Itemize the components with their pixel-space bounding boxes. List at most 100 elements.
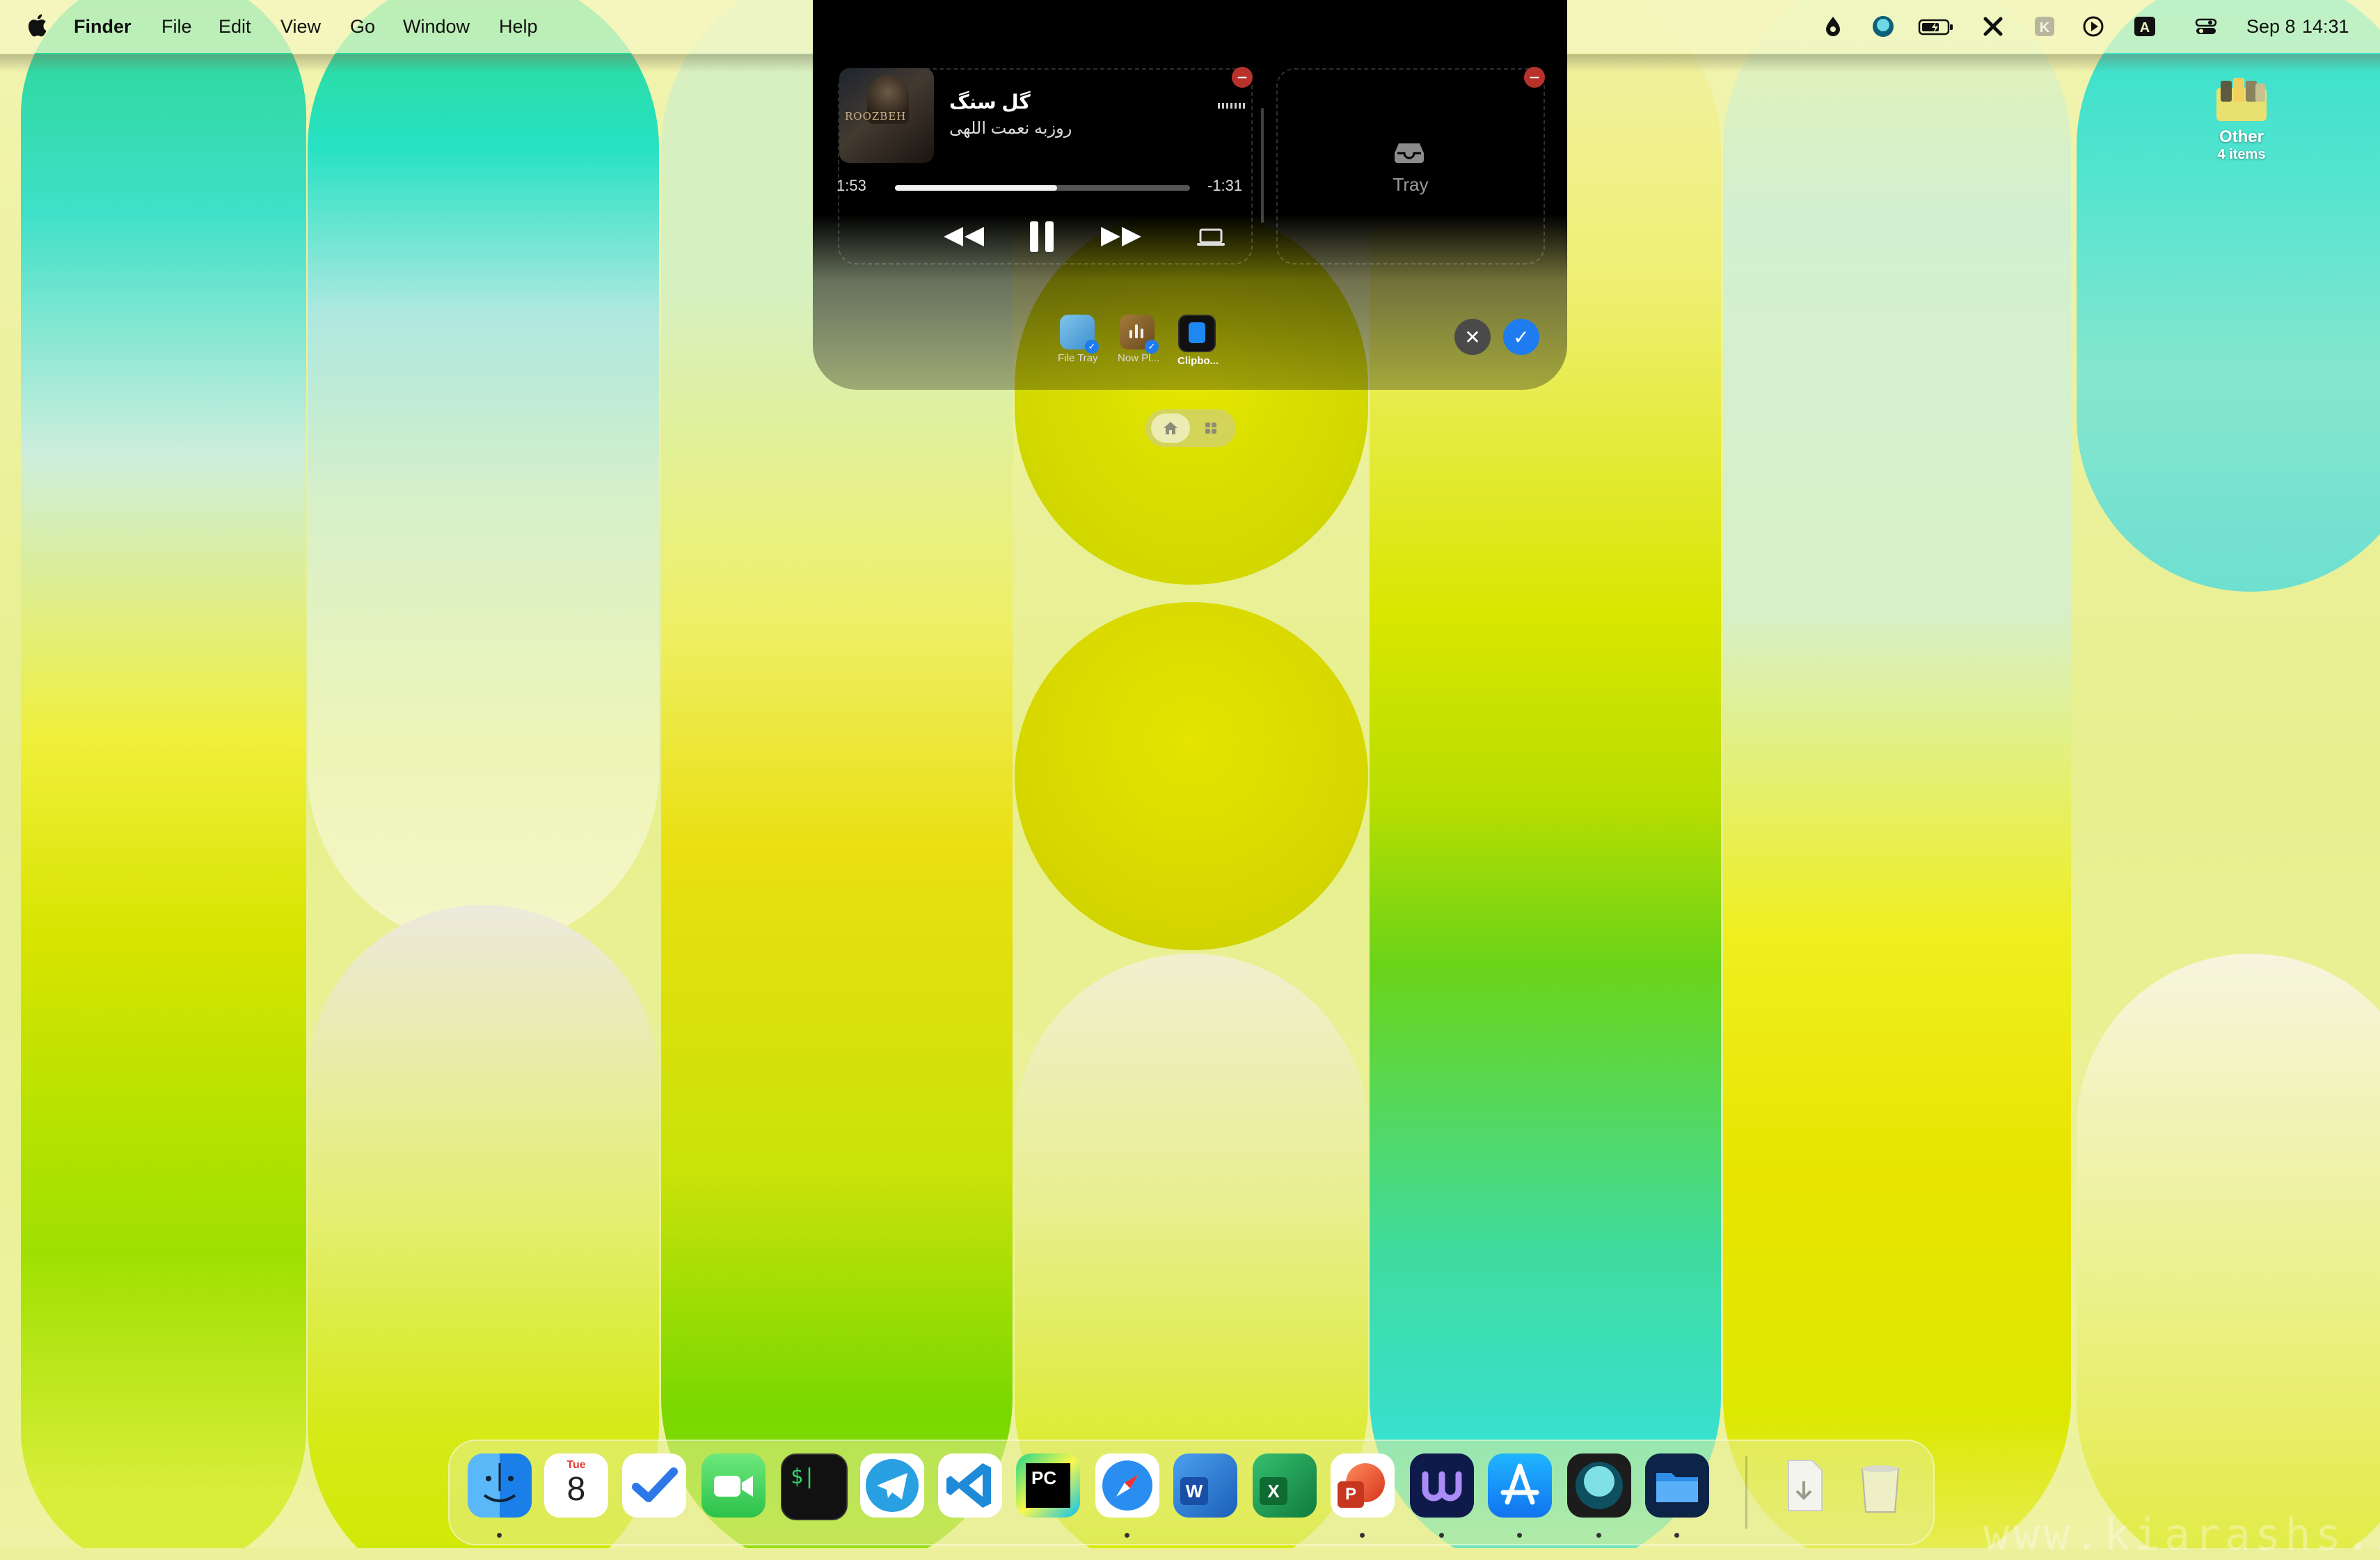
word-icon[interactable]: W	[1173, 1453, 1237, 1518]
grid-icon[interactable]	[1191, 413, 1230, 443]
desktop-stack-other[interactable]: Other 4 items	[2203, 75, 2280, 163]
telegram-icon[interactable]	[860, 1453, 924, 1518]
pycharm-icon[interactable]: PC	[1016, 1453, 1080, 1518]
pycharm-glyph: PC	[1026, 1463, 1070, 1508]
remove-widget-button[interactable]: −	[1232, 67, 1253, 88]
control-center-icon[interactable]	[2193, 14, 2219, 39]
checkmark-icon: ✓	[1145, 340, 1159, 354]
audio-visualizer-icon	[1218, 103, 1245, 109]
watermark: www.kiarashs.ir	[1983, 1509, 2380, 1560]
drop-icon[interactable]	[1820, 14, 1846, 39]
widget-toggle-now-playing[interactable]: ✓ Now Pl...	[1118, 315, 1160, 364]
lasso-glyph	[1576, 1462, 1623, 1509]
home-icon[interactable]	[1151, 413, 1190, 443]
document-download-glyph	[1788, 1460, 1823, 1511]
clipboard-glyph	[1189, 322, 1205, 343]
play-circle-icon[interactable]	[2081, 14, 2106, 39]
excel-glyph: X	[1260, 1477, 1287, 1505]
widget-label: Now Pl...	[1118, 352, 1160, 364]
app-store-icon[interactable]	[1488, 1453, 1552, 1518]
stack-thumbnail-icon	[2216, 78, 2267, 121]
wallpaper-shape	[2077, 954, 2380, 1548]
running-indicator	[1596, 1533, 1601, 1538]
playback-progress-bar[interactable]	[895, 185, 1190, 191]
running-indicator	[1517, 1533, 1522, 1538]
notch-panel: − − Tray ROOZBEH گل سنگ روزبه نعمت اللهی…	[813, 0, 1567, 390]
x-logo-icon[interactable]	[1981, 14, 2006, 39]
powerpoint-icon[interactable]: P	[1331, 1453, 1395, 1518]
playback-progress-fill	[895, 185, 1058, 191]
widget-toggle-clipboard[interactable]: Clipbo...	[1177, 315, 1219, 367]
tray-widget[interactable]: − Tray	[1276, 67, 1545, 265]
calendar-day: Tue	[566, 1459, 586, 1471]
tasks-glyph	[632, 1467, 678, 1502]
app-menu-finder[interactable]: Finder	[74, 15, 132, 38]
menubar-date[interactable]: Sep 8	[2246, 15, 2296, 38]
pause-icon[interactable]	[1026, 219, 1058, 255]
elapsed-time: 1:53	[836, 177, 866, 194]
calendar-icon[interactable]: Tue 8	[544, 1453, 608, 1518]
menu-file[interactable]: File	[161, 15, 192, 38]
circle-app-icon[interactable]	[1871, 14, 1896, 39]
svg-text:K: K	[2040, 20, 2050, 36]
folder-glyph	[1656, 1473, 1698, 1502]
menu-help[interactable]: Help	[499, 15, 538, 38]
safari-compass-glyph	[1102, 1460, 1152, 1511]
vscode-icon[interactable]	[938, 1453, 1002, 1518]
telegram-glyph	[866, 1459, 919, 1512]
downloads-stack-icon[interactable]	[1772, 1453, 1836, 1518]
widget-toggle-file-tray[interactable]: ✓ File Tray	[1058, 315, 1099, 364]
battery-icon[interactable]	[1918, 14, 1954, 39]
app-store-glyph	[1500, 1463, 1539, 1505]
calendar-date: 8	[566, 1471, 586, 1508]
running-indicator	[497, 1533, 502, 1538]
k-icon[interactable]: K	[2032, 14, 2057, 39]
clipboard-icon	[1178, 315, 1216, 352]
files-folder-icon[interactable]	[1645, 1453, 1709, 1518]
wallpaper-shape	[308, 0, 659, 947]
excel-icon[interactable]: X	[1253, 1453, 1317, 1518]
remove-widget-button[interactable]: −	[1524, 67, 1545, 88]
wallpaper-shape	[1015, 602, 1368, 950]
menu-window[interactable]: Window	[403, 15, 470, 38]
laptop-airplay-icon[interactable]	[1196, 227, 1226, 248]
menu-go[interactable]: Go	[350, 15, 375, 38]
tasks-checkmark-icon[interactable]	[622, 1453, 686, 1518]
menu-view[interactable]: View	[280, 15, 321, 38]
powerpoint-glyph: P	[1338, 1481, 1364, 1508]
facetime-icon[interactable]	[701, 1453, 765, 1518]
menu-edit[interactable]: Edit	[219, 15, 251, 38]
apple-menu-icon[interactable]	[26, 13, 47, 38]
keyboard-a-icon[interactable]: A	[2132, 14, 2157, 39]
facetime-glyph	[714, 1476, 753, 1497]
lasso-icon[interactable]	[1567, 1453, 1631, 1518]
terminal-glyph: $|	[791, 1465, 816, 1489]
fast-forward-icon[interactable]	[1098, 223, 1144, 251]
remaining-time: -1:31	[1207, 177, 1243, 194]
menubar-time[interactable]: 14:31	[2302, 15, 2349, 38]
terminal-icon[interactable]: $|	[781, 1453, 848, 1520]
music-bars-icon	[1129, 324, 1143, 338]
scroll-indicator	[1261, 108, 1264, 223]
stack-label: Other	[2219, 127, 2264, 146]
checkmark-icon: ✓	[1085, 340, 1099, 354]
checkmark-icon[interactable]: ✓	[1503, 319, 1539, 355]
trash-glyph	[1861, 1465, 1900, 1513]
widget-label: Clipbo...	[1177, 355, 1219, 367]
vscode-glyph	[946, 1463, 991, 1508]
safari-icon[interactable]	[1095, 1453, 1159, 1518]
close-icon[interactable]: ✕	[1454, 319, 1491, 355]
ulysses-icon[interactable]	[1410, 1453, 1474, 1518]
wallpaper-shape	[1723, 0, 2071, 1548]
rewind-icon[interactable]	[941, 223, 987, 251]
finder-icon[interactable]	[468, 1453, 532, 1518]
widget-label: File Tray	[1058, 352, 1098, 364]
tray-label: Tray	[1393, 174, 1429, 195]
stack-count: 4 items	[2217, 147, 2266, 162]
svg-text:A: A	[2140, 20, 2150, 36]
trash-icon[interactable]	[1848, 1453, 1912, 1518]
album-art-lettering: ROOZBEH	[845, 110, 907, 123]
dock-separator	[1745, 1456, 1747, 1529]
track-title: گل سنگ	[949, 91, 1031, 113]
finder-face-glyph	[483, 1463, 516, 1502]
